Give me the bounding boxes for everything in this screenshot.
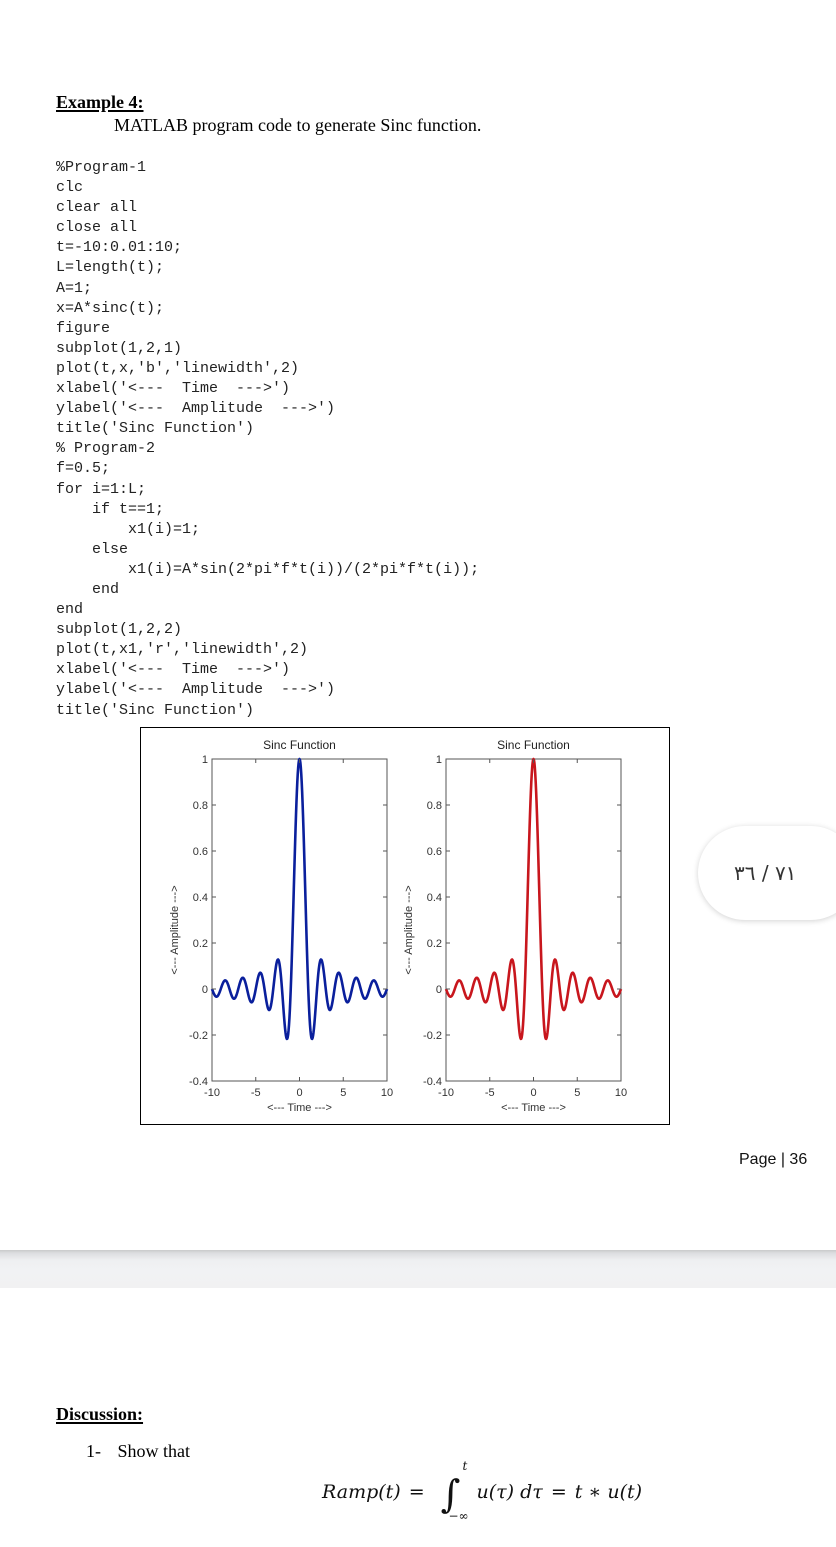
- code-line: xlabel('<--- Time --->'): [56, 661, 291, 679]
- chart2-y-tick-label: 1: [436, 754, 442, 766]
- example-description: MATLAB program code to generate Sinc fun…: [114, 115, 482, 135]
- chart1-y-tick-label: -0.4: [189, 1076, 208, 1088]
- code-line: if t==1;: [56, 500, 165, 518]
- chart1-y-tick-label: 0.6: [193, 846, 208, 858]
- chart1-y-tick-label: 0.8: [193, 800, 208, 812]
- chart1-x-tick-label: 0: [296, 1087, 302, 1099]
- chart1-y-axis-label: <--- Amplitude --->: [169, 885, 181, 974]
- integral-limits: t −∞: [448, 1459, 468, 1523]
- chart2-x-axis-label: <--- Time --->: [501, 1102, 566, 1114]
- item-text: Show that: [117, 1441, 191, 1461]
- chart2-y-tick-label: 0.6: [427, 846, 442, 858]
- code-line: end: [56, 601, 84, 619]
- chart2-y-tick-label: -0.4: [423, 1076, 442, 1088]
- chart1-y-tick-label: 0: [202, 984, 208, 996]
- code-line: ylabel('<--- Amplitude --->'): [56, 400, 336, 418]
- chart2-y-tick-label: 0.4: [427, 892, 442, 904]
- chart2-x-tick-label: -10: [438, 1087, 454, 1099]
- chart1-y-tick-label: 0.4: [193, 892, 208, 904]
- code-line: clc: [56, 179, 84, 197]
- chart1-x-tick-label: 5: [340, 1087, 346, 1099]
- chart2-axes-box: [445, 758, 622, 1082]
- chart2-y-tick-label: 0.8: [427, 800, 442, 812]
- code-line: x1(i)=1;: [56, 520, 201, 538]
- equation-integrand: u(τ) dτ: [476, 1481, 543, 1503]
- chart2-title: Sinc Function: [497, 738, 570, 752]
- code-line: ylabel('<--- Amplitude --->'): [56, 681, 336, 699]
- integral-upper-limit: t: [462, 1459, 468, 1473]
- chart2-y-axis-label: <--- Amplitude --->: [403, 885, 415, 974]
- chart1-x-tick-label: -10: [204, 1087, 220, 1099]
- matlab-code-block: %Program-1 clc clear all close all t=-10:0.0…: [56, 158, 479, 721]
- code-line: x=A*sinc(t);: [56, 299, 165, 317]
- code-line: t=-10:0.01:10;: [56, 239, 183, 257]
- code-line: for i=1:L;: [56, 480, 147, 498]
- code-line: x1(i)=A*sin(2*pi*f*t(i))/(2*pi*f*t(i));: [56, 560, 480, 578]
- chart1-x-tick-label: 10: [381, 1087, 393, 1099]
- discussion-title: Discussion:: [56, 1404, 144, 1424]
- code-line: L=length(t);: [56, 259, 165, 277]
- chart2-x-tick-label: 0: [530, 1087, 536, 1099]
- chart1-title: Sinc Function: [263, 738, 336, 752]
- code-line: %Program-1: [56, 159, 147, 176]
- chart1-y-tick-label: 1: [202, 754, 208, 766]
- page-number: Page | 36: [739, 1151, 808, 1168]
- chart1-axes-box: [211, 758, 388, 1082]
- chart1-y-tick-label: 0.2: [193, 938, 208, 950]
- code-line: plot(t,x,'b','linewidth',2): [56, 359, 300, 377]
- discussion-item: 1- Show that: [86, 1441, 190, 1462]
- chart2-x-tick-label: 5: [574, 1087, 580, 1099]
- figure-canvas: -10 -5 0 5 10-0.4-0.200.20.40.60.81Sinc Func…: [169, 738, 627, 1114]
- page-indicator-badge: ٧١ / ٣٦: [698, 826, 836, 920]
- code-line: subplot(1,2,1): [56, 339, 183, 357]
- chart1-x-tick-label: -5: [251, 1087, 261, 1099]
- code-line: else: [56, 540, 129, 558]
- example-title: Example 4:: [56, 92, 144, 112]
- code-line: close all: [56, 219, 138, 237]
- chart2-y-tick-label: 0.2: [427, 938, 442, 950]
- page-separator: [0, 1250, 836, 1289]
- code-line: figure: [56, 319, 111, 337]
- equation-lhs: Ramp(t): [322, 1481, 401, 1503]
- chart1-x-axis-label: <--- Time --->: [267, 1102, 332, 1114]
- chart2-x-tick-label: -5: [485, 1087, 495, 1099]
- code-line: A=1;: [56, 279, 93, 297]
- chart1-y-tick-label: -0.2: [189, 1030, 208, 1042]
- equation-equals-2: =: [550, 1481, 567, 1503]
- code-line: % Program-2: [56, 440, 156, 458]
- chart2-x-tick-label: 10: [615, 1087, 627, 1099]
- code-line: xlabel('<--- Time --->'): [56, 380, 291, 398]
- code-line: clear all: [56, 199, 138, 217]
- code-line: title('Sinc Function'): [56, 420, 255, 438]
- chart2-y-tick-label: -0.2: [423, 1030, 442, 1042]
- item-number: 1-: [86, 1441, 101, 1461]
- equation-equals: =: [408, 1481, 425, 1503]
- code-line: title('Sinc Function'): [56, 701, 255, 719]
- equation-rhs: t ∗ u(t): [574, 1481, 643, 1503]
- matlab-figure: -10 -5 0 5 10 -0.4 -0.2 0 0.2 0.4 0.6 0.8 1 Sinc Func…: [140, 727, 670, 1125]
- code-line: f=0.5;: [56, 460, 111, 478]
- chart2-y-tick-label: 0: [436, 984, 442, 996]
- ramp-equation: Ramp(t) = ∫ t −∞ u(τ) dτ = t ∗ u(t): [322, 1459, 643, 1523]
- integral-sign: ∫: [440, 1472, 461, 1516]
- code-line: subplot(1,2,2): [56, 621, 183, 639]
- code-line: plot(t,x1,'r','linewidth',2): [56, 641, 309, 659]
- document-page-36: Example 4: MATLAB program code to genera…: [0, 0, 836, 1250]
- code-line: end: [56, 580, 120, 598]
